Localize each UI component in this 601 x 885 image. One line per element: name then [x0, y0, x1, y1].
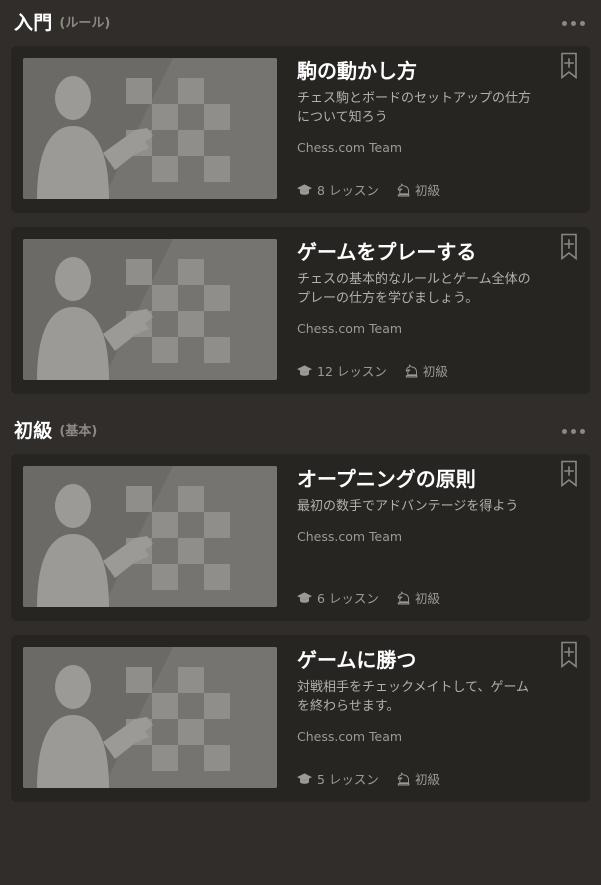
course-card[interactable]: ゲームをプレーする チェスの基本的なルールとゲーム全体のプレーの仕方を学びましょ…: [11, 227, 590, 394]
course-thumbnail-placeholder: [23, 58, 277, 199]
lessons-count: 6 レッスン: [297, 588, 379, 607]
level: 初級: [397, 180, 440, 199]
chess-knight-icon: [397, 590, 410, 604]
lessons-count-label: 5 レッスン: [317, 772, 379, 787]
lessons-count: 12 レッスン: [297, 361, 387, 380]
bookmark-add-icon[interactable]: [558, 52, 580, 80]
course-card[interactable]: ゲームに勝つ 対戦相手をチェックメイトして、ゲームを終わらせます。 Chess.…: [11, 635, 590, 802]
course-title: ゲームをプレーする: [297, 240, 477, 264]
course-info: ゲームをプレーする チェスの基本的なルールとゲーム全体のプレーの仕方を学びましょ…: [277, 239, 578, 382]
course-section: 入門 (ルール) 駒の動かし方 チェス駒とボードのセットアップの仕方について知ろ…: [0, 0, 601, 394]
level: 初級: [405, 361, 448, 380]
section-header: 初級 (基本): [0, 408, 601, 454]
course-thumbnail-placeholder: [23, 647, 277, 788]
course-info: 駒の動かし方 チェス駒とボードのセットアップの仕方について知ろう Chess.c…: [277, 58, 578, 201]
chess-knight-icon: [405, 363, 418, 377]
course-description: 対戦相手をチェックメイトして、ゲームを終わらせます。: [297, 680, 530, 714]
lessons-count-label: 12 レッスン: [317, 364, 387, 379]
kebab-dot: [571, 428, 576, 434]
course-title: ゲームに勝つ: [297, 648, 417, 672]
course-title: 駒の動かし方: [297, 59, 417, 83]
level-label: 初級: [414, 772, 440, 787]
graduation-cap-icon: [297, 772, 312, 784]
section-header: 入門 (ルール): [0, 0, 601, 46]
section-subtitle: (基本): [59, 423, 98, 439]
course-author: Chess.com Team: [297, 728, 403, 744]
lessons-page: 入門 (ルール) 駒の動かし方 チェス駒とボードのセットアップの仕方について知ろ…: [0, 0, 601, 885]
course-meta: 6 レッスン 初級: [297, 588, 440, 607]
bookmark-add-icon[interactable]: [558, 641, 580, 669]
lessons-count: 5 レッスン: [297, 769, 379, 788]
course-title: オープニングの原則: [297, 467, 476, 491]
course-info: ゲームに勝つ 対戦相手をチェックメイトして、ゲームを終わらせます。 Chess.…: [277, 647, 578, 790]
course-thumbnail-placeholder: [23, 239, 277, 380]
bookmark-add-icon[interactable]: [558, 460, 580, 488]
course-description: 最初の数手でアドバンテージを得よう: [297, 499, 519, 514]
kebab-dot: [562, 428, 567, 434]
lessons-count: 8 レッスン: [297, 180, 379, 199]
graduation-cap-icon: [297, 364, 312, 376]
level-label: 初級: [414, 183, 440, 198]
course-card[interactable]: オープニングの原則 最初の数手でアドバンテージを得よう Chess.com Te…: [11, 454, 590, 621]
section-title: 入門: [14, 11, 53, 34]
course-meta: 12 レッスン 初級: [297, 361, 448, 380]
level-label: 初級: [422, 364, 448, 379]
course-section: 初級 (基本) オープニングの原則 最初の数手でアドバンテージを得よう Ches…: [0, 408, 601, 802]
course-list: オープニングの原則 最初の数手でアドバンテージを得よう Chess.com Te…: [0, 454, 601, 802]
lessons-count-label: 6 レッスン: [317, 591, 379, 606]
course-author: Chess.com Team: [297, 320, 403, 336]
course-author: Chess.com Team: [297, 139, 403, 155]
lessons-count-label: 8 レッスン: [317, 183, 379, 198]
level: 初級: [397, 769, 440, 788]
kebab-dot: [580, 428, 585, 434]
kebab-dot: [571, 20, 576, 26]
kebab-menu-icon[interactable]: [560, 15, 587, 32]
section-subtitle: (ルール): [59, 15, 111, 31]
level: 初級: [397, 588, 440, 607]
section-title: 初級: [14, 419, 53, 442]
course-author: Chess.com Team: [297, 528, 403, 544]
graduation-cap-icon: [297, 591, 312, 603]
course-card[interactable]: 駒の動かし方 チェス駒とボードのセットアップの仕方について知ろう Chess.c…: [11, 46, 590, 213]
course-info: オープニングの原則 最初の数手でアドバンテージを得よう Chess.com Te…: [277, 466, 578, 609]
chess-knight-icon: [397, 771, 410, 785]
graduation-cap-icon: [297, 183, 312, 195]
kebab-dot: [580, 20, 585, 26]
course-description: チェス駒とボードのセットアップの仕方について知ろう: [297, 91, 532, 125]
kebab-dot: [562, 20, 567, 26]
course-list: 駒の動かし方 チェス駒とボードのセットアップの仕方について知ろう Chess.c…: [0, 46, 601, 394]
course-description: チェスの基本的なルールとゲーム全体のプレーの仕方を学びましょう。: [297, 272, 531, 306]
chess-knight-icon: [397, 182, 410, 196]
kebab-menu-icon[interactable]: [560, 423, 587, 440]
level-label: 初級: [414, 591, 440, 606]
course-meta: 5 レッスン 初級: [297, 769, 440, 788]
course-thumbnail-placeholder: [23, 466, 277, 607]
bookmark-add-icon[interactable]: [558, 233, 580, 261]
course-meta: 8 レッスン 初級: [297, 180, 440, 199]
